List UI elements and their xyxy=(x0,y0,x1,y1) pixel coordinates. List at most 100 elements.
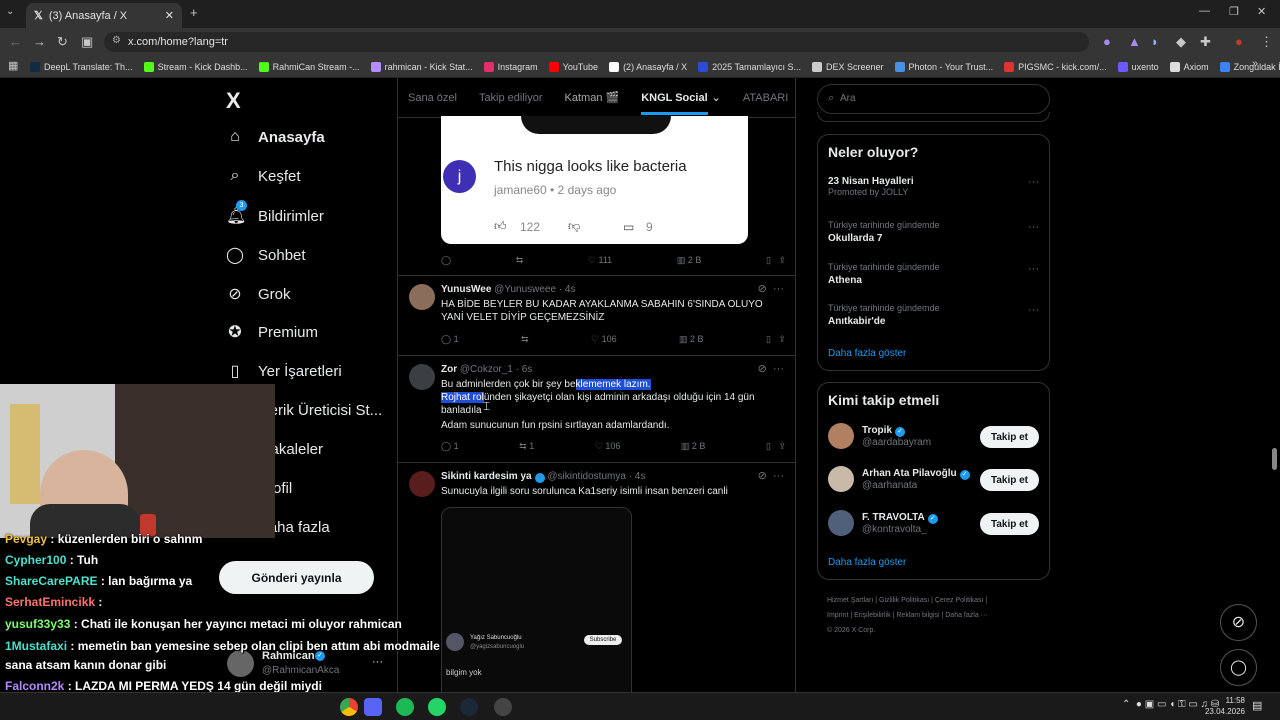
tweet-media-image[interactable]: j This nigga looks like bacteria jamane6… xyxy=(441,116,748,244)
menu-kebab-icon[interactable]: ⋮ xyxy=(1260,34,1273,50)
extension-3-icon[interactable]: ◗ xyxy=(1151,34,1159,49)
feed-tab-2[interactable]: Katman 🎬 xyxy=(565,91,620,104)
feed-tab-0[interactable]: Sana özel xyxy=(408,92,457,104)
follow-suggestion[interactable]: F. TRAVOLTA ✓ @kontravolta_ xyxy=(828,510,938,536)
tweet-image-post[interactable]: j This nigga looks like bacteria jamane6… xyxy=(398,116,795,276)
extension-1-icon[interactable]: ● xyxy=(1103,34,1111,49)
bookmark-icon[interactable]: ▯ ⇪ xyxy=(766,334,786,345)
follow-button[interactable]: Takip et xyxy=(980,426,1039,448)
bookmark-item[interactable]: rahmican - Kick Stat... xyxy=(370,61,473,72)
bookmark-item[interactable]: Stream - Kick Dashb... xyxy=(143,61,248,72)
sidebar-item-6[interactable]: ▯ Yer İşaretleri xyxy=(226,361,342,381)
reload-icon[interactable]: ↻ xyxy=(57,34,68,50)
trend-more-icon[interactable]: ··· xyxy=(1028,221,1039,233)
follow-suggestion[interactable]: Arhan Ata Pilavoğlu ✓ @aarhanata xyxy=(828,466,970,492)
chevron-down-icon[interactable]: ⌄ xyxy=(712,91,721,104)
tweet-avatar[interactable] xyxy=(409,364,435,390)
sidebar-item-0[interactable]: ⌂ Anasayfa xyxy=(226,128,325,146)
follow-button[interactable]: Takip et xyxy=(980,469,1039,491)
obs-taskbar-icon[interactable] xyxy=(494,698,512,716)
bookmark-item[interactable]: YouTube xyxy=(548,61,598,72)
feed-tab-1[interactable]: Takip ediliyor xyxy=(479,92,543,104)
bookmark-item[interactable]: uxento xyxy=(1117,61,1159,72)
restore-icon[interactable]: ❐ xyxy=(1229,5,1239,18)
page-scrollbar[interactable] xyxy=(1272,448,1277,470)
follow-suggestion[interactable]: Tropik ✓ @aardabayram xyxy=(828,423,931,449)
address-bar[interactable]: ⚙ x.com/home?lang=tr xyxy=(104,32,1089,52)
retweet-icon[interactable]: ⇆ xyxy=(516,255,524,266)
sidebar-item-4[interactable]: ⊘ Grok xyxy=(226,284,290,304)
like-button[interactable]: ♡ 106 xyxy=(595,441,621,452)
tweet-more-icon[interactable]: ⊘ ··· xyxy=(758,469,784,482)
views-count[interactable]: ▥ 2 B xyxy=(677,255,702,266)
trend-item[interactable]: 23 Nisan Hayalleri Promoted by JOLLY xyxy=(828,176,914,197)
sidebar-item-1[interactable]: ⌕ Keşfet xyxy=(226,167,301,185)
sidepanel-icon[interactable]: ▣ xyxy=(81,34,93,50)
retweet-button[interactable]: ⇆ 1 xyxy=(519,441,534,452)
tweet-avatar[interactable] xyxy=(409,471,435,497)
bookmark-icon[interactable]: ▯ ⇪ xyxy=(766,255,786,266)
sidebar-item-5[interactable]: ✪ Premium xyxy=(226,322,318,342)
bookmark-item[interactable]: Axiom xyxy=(1169,61,1209,72)
notifications-icon[interactable]: ▤ xyxy=(1252,699,1262,712)
tweet-yunuswee[interactable]: YunusWee @Yunusweee · 4s ⊘ ··· HA BİDE B… xyxy=(398,276,795,356)
bookmark-item[interactable]: RahmiCan Stream -... xyxy=(258,61,360,72)
tweet-avatar[interactable] xyxy=(409,284,435,310)
back-icon[interactable]: ← xyxy=(9,34,22,49)
retweet-button[interactable]: ⇆ xyxy=(521,334,529,345)
minimize-icon[interactable]: — xyxy=(1199,5,1210,17)
bookmark-item[interactable]: DEX Screener xyxy=(811,61,884,72)
trend-item[interactable]: Türkiye tarihinde gündemde Okullarda 7 xyxy=(828,220,940,244)
discord-taskbar-icon[interactable] xyxy=(364,698,382,716)
extensions-puzzle-icon[interactable]: ✚ xyxy=(1200,34,1211,50)
bookmark-item[interactable]: Zonguldak İngilizce... xyxy=(1219,61,1280,72)
follow-button[interactable]: Takip et xyxy=(980,513,1039,535)
chrome-taskbar-icon[interactable] xyxy=(340,698,358,716)
x-logo[interactable]: X xyxy=(226,88,241,114)
reply-button[interactable]: ◯ 1 xyxy=(441,334,459,345)
apps-grid-icon[interactable]: ▦ xyxy=(8,59,18,72)
bookmark-item[interactable]: Instagram xyxy=(483,61,538,72)
trend-more-icon[interactable]: ··· xyxy=(1028,304,1039,316)
tweet-more-icon[interactable]: ⊘ ··· xyxy=(758,282,784,295)
tweet-zor[interactable]: Zor @Cokzor_1 · 6s ⊘ ··· Bu adminlerden … xyxy=(398,356,795,463)
reply-icon[interactable]: ◯ xyxy=(441,255,451,266)
clock[interactable]: 11:58 23.04.2026 xyxy=(1200,695,1245,717)
extension-2-icon[interactable]: ▲ xyxy=(1128,34,1141,49)
browser-tab[interactable]: 𝕏 (3) Anasayfa / X ✕ xyxy=(26,3,182,28)
tweet-more-icon[interactable]: ⊘ ··· xyxy=(758,362,784,375)
profile-avatar-icon[interactable]: ● xyxy=(1235,34,1243,49)
new-tab-icon[interactable]: + xyxy=(190,5,198,20)
steam-taskbar-icon[interactable] xyxy=(460,698,478,716)
feed-tab-3[interactable]: KNGL Social xyxy=(641,92,708,115)
trend-item[interactable]: Türkiye tarihinde gündemde Athena xyxy=(828,262,940,286)
grok-floating-icon[interactable]: ⊘ xyxy=(1220,604,1257,641)
sidebar-item-3[interactable]: ◯ Sohbet xyxy=(226,245,306,265)
bookmarks-overflow-icon[interactable]: » xyxy=(1252,58,1258,70)
whatsapp-taskbar-icon[interactable] xyxy=(428,698,446,716)
shield-icon[interactable]: ◆ xyxy=(1176,34,1186,50)
site-info-icon[interactable]: ⚙ xyxy=(112,35,121,46)
like-button[interactable]: ♡ 111 xyxy=(588,255,612,266)
bookmark-item[interactable]: 2025 Tamamlayıcı S... xyxy=(698,61,801,72)
trends-show-more[interactable]: Daha fazla göster xyxy=(828,348,906,359)
close-window-icon[interactable]: ✕ xyxy=(1257,5,1266,18)
views-count[interactable]: ▥ 2 B xyxy=(679,334,704,345)
bookmark-icon[interactable]: ▯ ⇪ xyxy=(766,441,786,452)
who-show-more[interactable]: Daha fazla göster xyxy=(828,557,906,568)
bookmark-item[interactable]: (2) Anasayfa / X xyxy=(609,61,687,72)
search-box[interactable]: ⌕ Ara xyxy=(817,84,1050,114)
views-count[interactable]: ▥ 2 B xyxy=(681,441,706,452)
feed-tab-4[interactable]: ATABARI xyxy=(743,92,788,104)
bookmark-item[interactable]: PIGSMC - kick.com/... xyxy=(1004,61,1107,72)
trend-more-icon[interactable]: ··· xyxy=(1028,176,1039,188)
forward-icon[interactable]: → xyxy=(33,34,46,49)
reply-button[interactable]: ◯ 1 xyxy=(441,441,459,452)
spotify-taskbar-icon[interactable] xyxy=(396,698,414,716)
like-button[interactable]: ♡ 106 xyxy=(591,334,617,345)
close-tab-icon[interactable]: ✕ xyxy=(165,9,174,22)
bookmark-item[interactable]: DeepL Translate: Th... xyxy=(30,61,133,72)
bookmark-item[interactable]: Photon - Your Trust... xyxy=(894,61,993,72)
tweet-sikinti[interactable]: Sikinti kardesim ya ✓ @sikintidostumya · … xyxy=(398,463,795,692)
trend-more-icon[interactable]: ··· xyxy=(1028,263,1039,275)
